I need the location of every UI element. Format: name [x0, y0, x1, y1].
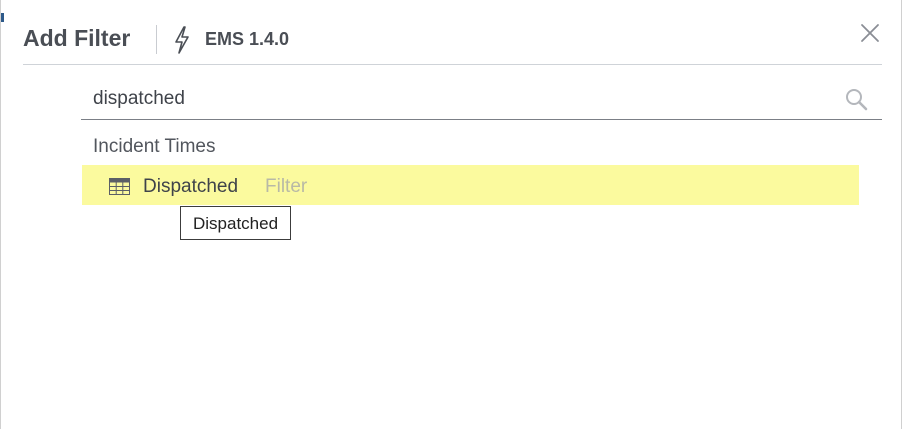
result-item-type: Filter [265, 176, 308, 197]
lightning-bolt-icon [175, 26, 189, 54]
result-item-dispatched[interactable]: Dispatched Filter [82, 165, 859, 205]
results-group-label: Incident Times [93, 136, 216, 157]
search-icon[interactable] [844, 87, 868, 111]
add-filter-dialog: Add Filter EMS 1.4.0 Incident Times Disp… [0, 0, 902, 429]
dataset-version: EMS 1.4.0 [205, 29, 290, 49]
close-icon[interactable] [859, 22, 881, 44]
search-field [81, 80, 882, 120]
dialog-header: Add Filter EMS 1.4.0 [23, 19, 882, 65]
search-input[interactable] [81, 80, 833, 118]
tooltip: Dispatched [180, 206, 292, 240]
header-divider [156, 25, 157, 54]
table-icon [109, 178, 130, 195]
dialog-title: Add Filter [23, 25, 131, 51]
left-edge-marker [1, 13, 4, 22]
result-item-name: Dispatched [143, 176, 239, 197]
